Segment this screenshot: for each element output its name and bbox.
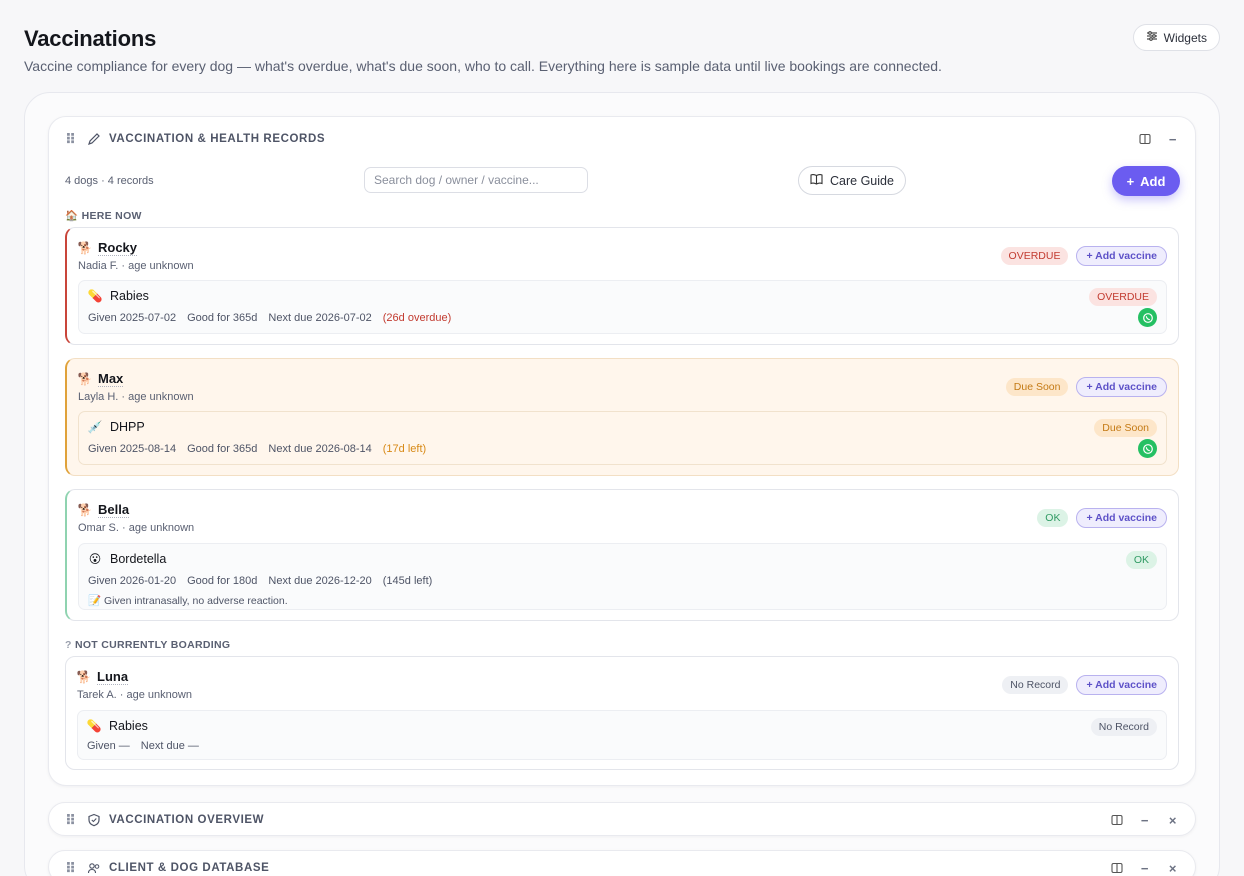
- dog-card-bella[interactable]: 🐕 Bella Omar S. · age unknown OK + Add v…: [65, 489, 1179, 621]
- vaccine-next-due: Next due 2026-08-14: [268, 443, 372, 455]
- search-input[interactable]: [364, 167, 588, 193]
- dog-card-max[interactable]: 🐕 Max Layla H. · age unknown Due Soon + …: [65, 358, 1179, 476]
- add-button[interactable]: + Add: [1112, 166, 1180, 196]
- dog-name[interactable]: Bella: [98, 502, 130, 518]
- status-badge: Due Soon: [1005, 378, 1069, 396]
- vaccine-good-for: Good for 365d: [187, 443, 258, 455]
- pill-icon: 💊: [86, 719, 102, 733]
- page-title: Vaccinations: [24, 26, 157, 51]
- vaccine-good-for: Good for 180d: [187, 575, 258, 587]
- records-card: ⠿ VACCINATION & HEALTH RECORDS − 4 dogs …: [48, 116, 1196, 786]
- vaccine-name: DHPP: [110, 420, 145, 434]
- status-badge: OVERDUE: [1000, 247, 1069, 265]
- vaccine-given: Given 2025-08-14: [88, 443, 177, 455]
- dog-name[interactable]: Luna: [97, 669, 129, 685]
- house-icon: 🏠: [65, 210, 79, 222]
- add-label: Add: [1140, 173, 1166, 189]
- minimize-icon[interactable]: −: [1167, 132, 1179, 147]
- dog-meta: Omar S. · age unknown: [78, 522, 195, 534]
- vaccine-good-for: Good for 365d: [187, 312, 258, 324]
- vaccine-given: Given —: [87, 740, 130, 752]
- sliders-icon: [1146, 30, 1158, 45]
- add-vaccine-button[interactable]: + Add vaccine: [1076, 508, 1167, 528]
- vaccine-row[interactable]: 💊 Rabies Given — Next due — No Record: [77, 710, 1167, 760]
- vaccine-status-badge: OK: [1125, 551, 1157, 569]
- overview-card-title: VACCINATION OVERVIEW: [109, 814, 265, 826]
- overview-card-header[interactable]: ⠿ VACCINATION OVERVIEW − ×: [49, 803, 1195, 837]
- widgets-button[interactable]: Widgets: [1132, 24, 1220, 51]
- drag-handle-icon[interactable]: ⠿: [65, 812, 79, 829]
- users-icon: [87, 861, 101, 875]
- records-count: 4 dogs · 4 records: [65, 175, 154, 187]
- vaccine-row[interactable]: 💉 DHPP Given 2025-08-14 Good for 365d Ne…: [78, 411, 1167, 465]
- expand-icon[interactable]: [1111, 814, 1123, 826]
- minimize-icon[interactable]: −: [1139, 813, 1151, 828]
- add-vaccine-button[interactable]: + Add vaccine: [1076, 377, 1167, 397]
- vaccine-status-badge: OVERDUE: [1089, 288, 1157, 306]
- vaccine-remaining: (26d overdue): [382, 312, 452, 324]
- database-card-header[interactable]: ⠿ CLIENT & DOG DATABASE − ×: [49, 851, 1195, 876]
- close-icon[interactable]: ×: [1167, 861, 1179, 876]
- widgets-label: Widgets: [1163, 30, 1207, 45]
- expand-icon[interactable]: [1139, 133, 1151, 145]
- dog-name[interactable]: Max: [98, 371, 124, 387]
- records-card-header: ⠿ VACCINATION & HEALTH RECORDS −: [49, 117, 1195, 161]
- dog-icon: 🐕: [77, 372, 93, 386]
- dog-icon: 🐕: [77, 241, 93, 255]
- dog-meta: Tarek A. · age unknown: [77, 689, 192, 701]
- dog-name[interactable]: Rocky: [98, 240, 138, 256]
- dog-meta: Nadia F. · age unknown: [78, 260, 194, 272]
- vaccine-next-due: Next due —: [140, 740, 199, 752]
- book-icon: [810, 173, 823, 188]
- minimize-icon[interactable]: −: [1139, 861, 1151, 876]
- vaccine-given: Given 2025-07-02: [88, 312, 177, 324]
- vaccine-next-due: Next due 2026-07-02: [268, 312, 372, 324]
- overview-card: ⠿ VACCINATION OVERVIEW − ×: [48, 802, 1196, 836]
- vaccine-given: Given 2026-01-20: [88, 575, 177, 587]
- drag-handle-icon[interactable]: ⠿: [65, 860, 79, 876]
- add-vaccine-button[interactable]: + Add vaccine: [1076, 675, 1167, 695]
- care-guide-label: Care Guide: [830, 173, 894, 188]
- vaccine-name: Bordetella: [110, 552, 167, 566]
- records-toolbar: 4 dogs · 4 records Care Guide + Add: [65, 166, 1180, 196]
- close-icon[interactable]: ×: [1167, 813, 1179, 828]
- syringe-icon: 💉: [87, 420, 103, 434]
- vaccine-remaining: (145d left): [382, 575, 433, 587]
- dog-icon: 🐕: [76, 670, 92, 684]
- expand-icon[interactable]: [1111, 862, 1123, 874]
- pencil-icon: [87, 132, 101, 146]
- database-card: ⠿ CLIENT & DOG DATABASE − ×: [48, 850, 1196, 876]
- vaccine-note: 📝 Given intranasally, no adverse reactio…: [88, 595, 288, 607]
- vaccine-row[interactable]: 💊 Rabies Given 2025-07-02 Good for 365d …: [78, 280, 1167, 334]
- care-guide-button[interactable]: Care Guide: [798, 166, 906, 195]
- status-badge: No Record: [1002, 676, 1069, 694]
- dog-card-rocky[interactable]: 🐕 Rocky Nadia F. · age unknown OVERDUE +…: [65, 227, 1179, 345]
- status-badge: OK: [1037, 509, 1069, 527]
- vaccine-name: Rabies: [109, 719, 148, 733]
- vaccine-status-badge: Due Soon: [1094, 419, 1157, 437]
- page-header: Vaccinations Vaccine compliance for ever…: [24, 26, 1220, 74]
- not-boarding-label: ? NOT CURRENTLY BOARDING: [65, 639, 231, 651]
- dog-icon: 🐕: [77, 503, 93, 517]
- drag-handle-icon[interactable]: ⠿: [65, 131, 79, 148]
- here-now-label: 🏠 HERE NOW: [65, 210, 142, 222]
- database-card-title: CLIENT & DOG DATABASE: [109, 862, 270, 874]
- dog-meta: Layla H. · age unknown: [78, 391, 194, 403]
- dog-card-luna[interactable]: 🐕 Luna Tarek A. · age unknown No Record …: [65, 656, 1179, 770]
- face-icon: 😮: [88, 552, 102, 566]
- records-card-title: VACCINATION & HEALTH RECORDS: [109, 133, 326, 145]
- vaccine-remaining: (17d left): [382, 443, 427, 455]
- question-icon: ?: [65, 639, 72, 651]
- vaccine-name: Rabies: [110, 289, 149, 303]
- page-subtitle: Vaccine compliance for every dog — what'…: [24, 58, 942, 74]
- vaccine-next-due: Next due 2026-12-20: [268, 575, 372, 587]
- pill-icon: 💊: [87, 289, 103, 303]
- vaccine-row[interactable]: 😮 Bordetella Given 2026-01-20 Good for 1…: [78, 543, 1167, 610]
- add-vaccine-button[interactable]: + Add vaccine: [1076, 246, 1167, 266]
- plus-icon: +: [1126, 173, 1135, 189]
- vaccine-status-badge: No Record: [1090, 718, 1157, 736]
- whatsapp-icon[interactable]: [1138, 308, 1157, 327]
- whatsapp-icon[interactable]: [1138, 439, 1157, 458]
- shield-icon: [87, 813, 101, 827]
